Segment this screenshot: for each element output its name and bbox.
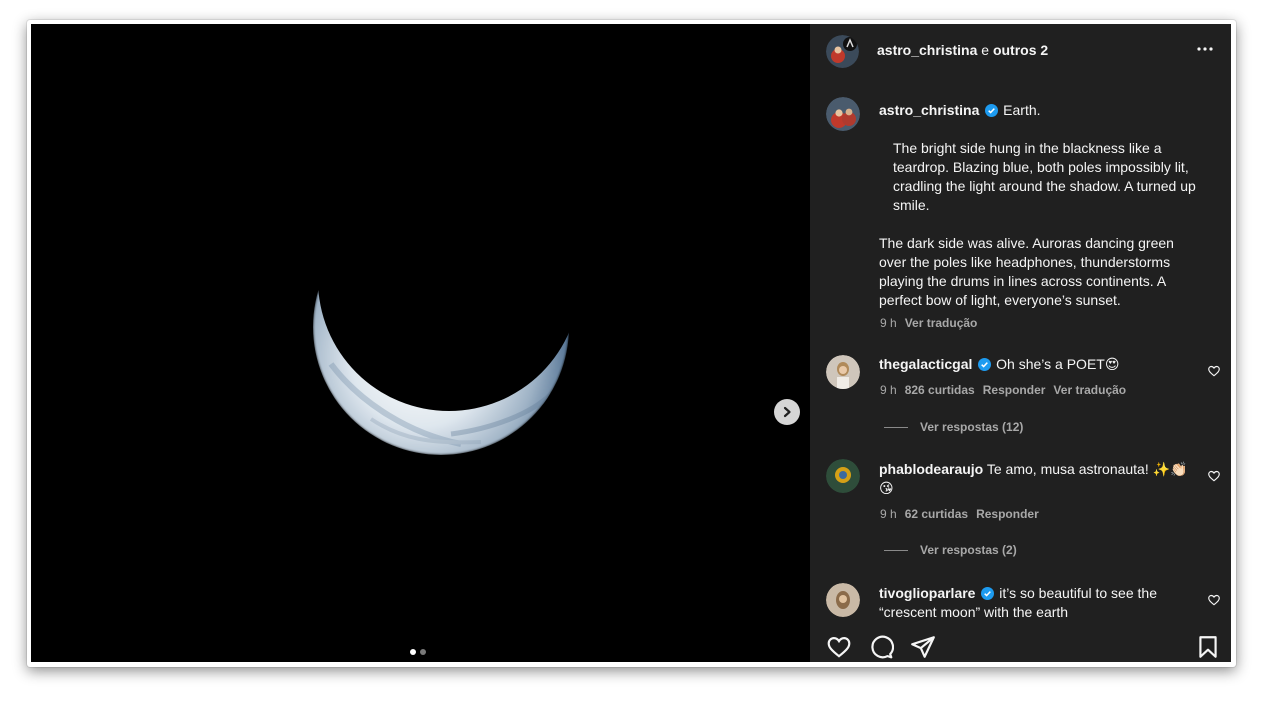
caption-paragraph-2: The dark side was alive. Auroras dancing…	[879, 235, 1174, 308]
avatar-image	[826, 35, 859, 68]
view-replies-button[interactable]: Ver respostas (2)	[884, 543, 1017, 557]
view-replies-label: Ver respostas (2)	[920, 543, 1017, 557]
bookmark-icon[interactable]	[1195, 634, 1221, 660]
comment-body: Oh she’s a POET😍	[996, 356, 1120, 372]
post-header: astro_christina e outros 2	[810, 24, 1231, 76]
avatar[interactable]	[826, 35, 859, 68]
translate-link[interactable]: Ver tradução	[1053, 383, 1126, 397]
reply-link[interactable]: Responder	[983, 383, 1046, 397]
caption-meta: 9 h Ver tradução	[880, 316, 977, 330]
caption-first-line: Earth.	[1003, 102, 1041, 118]
avatar-image	[826, 583, 860, 617]
comment-likes[interactable]: 826 curtidas	[905, 383, 975, 397]
comment-likes[interactable]: 62 curtidas	[905, 507, 968, 521]
comments-panel: astro_christina e outros 2 astro_christi…	[810, 24, 1231, 662]
comment-username[interactable]: thegalacticgal	[879, 356, 972, 372]
comment-text: phablodearaujo Te amo, musa astronauta! …	[879, 460, 1189, 498]
replies-divider	[884, 426, 908, 428]
caption-translate-link[interactable]: Ver tradução	[905, 316, 978, 330]
header-username[interactable]: astro_christina	[877, 42, 977, 58]
avatar[interactable]	[826, 583, 860, 617]
comment-icon[interactable]	[868, 634, 894, 660]
avatar[interactable]	[826, 97, 860, 131]
verified-badge-icon	[981, 587, 995, 600]
chevron-right-icon	[783, 406, 791, 418]
more-horizontal-icon[interactable]	[1194, 40, 1216, 58]
replies-divider	[884, 549, 908, 551]
post-media[interactable]	[31, 24, 810, 662]
carousel-indicator	[410, 649, 426, 655]
comment-text: thegalacticgal Oh she’s a POET😍	[879, 355, 1179, 374]
send-icon[interactable]	[910, 634, 936, 660]
reply-link[interactable]: Responder	[976, 507, 1039, 521]
avatar[interactable]	[826, 459, 860, 493]
crescent-earth-photo	[313, 199, 569, 455]
heart-icon[interactable]	[826, 634, 852, 660]
comment-username[interactable]: tivoglioparlare	[879, 585, 975, 601]
post-authors[interactable]: astro_christina e outros 2	[877, 42, 1048, 58]
comment-time[interactable]: 9 h	[880, 383, 897, 397]
caption-time[interactable]: 9 h	[880, 316, 897, 330]
heart-icon[interactable]	[1207, 364, 1221, 378]
post-actions	[810, 630, 1231, 662]
avatar-image	[826, 97, 860, 131]
comment-text: tivoglioparlare it’s so beautiful to see…	[879, 584, 1179, 622]
carousel-dot-active	[410, 649, 416, 655]
comment-time[interactable]: 9 h	[880, 507, 897, 521]
avatar-image	[826, 355, 860, 389]
verified-badge-icon	[978, 358, 992, 371]
post-caption: astro_christina Earth. The bright side h…	[879, 101, 1205, 310]
avatar[interactable]	[826, 355, 860, 389]
avatar-image	[826, 459, 860, 493]
comment-meta: 9 h 826 curtidas Responder Ver tradução	[880, 383, 1126, 397]
header-and: e	[981, 42, 990, 58]
comment-meta: 9 h 62 curtidas Responder	[880, 507, 1039, 521]
verified-badge-icon	[985, 104, 999, 117]
header-others[interactable]: outros 2	[993, 42, 1048, 58]
heart-icon[interactable]	[1207, 469, 1221, 483]
comment-username[interactable]: phablodearaujo	[879, 461, 983, 477]
caption-paragraph-1: The bright side hung in the blackness li…	[893, 140, 1196, 213]
heart-icon[interactable]	[1207, 593, 1221, 607]
view-replies-button[interactable]: Ver respostas (12)	[884, 420, 1023, 434]
caption-username[interactable]: astro_christina	[879, 102, 979, 118]
next-image-button[interactable]	[774, 399, 800, 425]
carousel-dot	[420, 649, 426, 655]
view-replies-label: Ver respostas (12)	[920, 420, 1024, 434]
